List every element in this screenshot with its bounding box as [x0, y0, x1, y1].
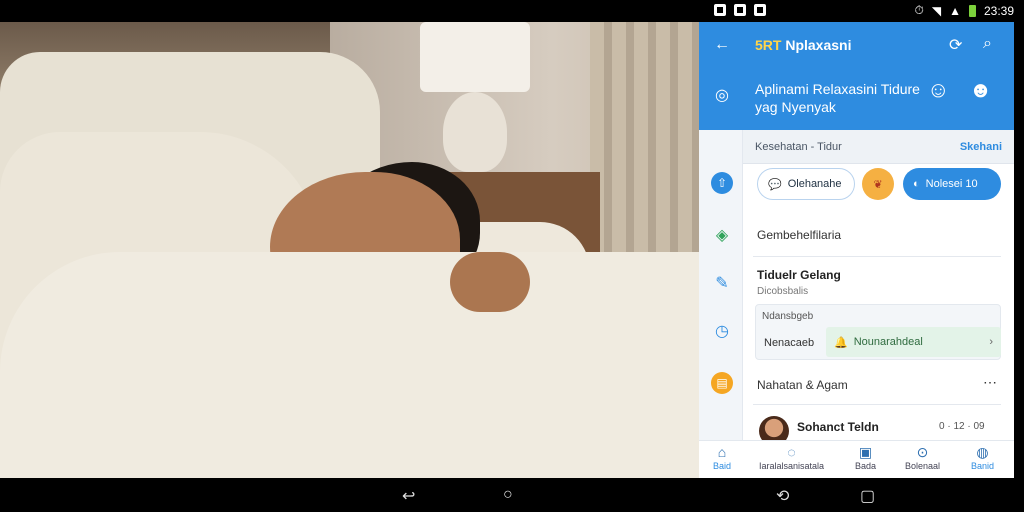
sleep-card: Ndansbgeb Nenacaeb 🔔 Nounarahdeal ›	[755, 304, 1001, 360]
side-rail: ← ◎ ⇧ ◈ ✎ ◷ ▤	[699, 22, 743, 478]
rotate-icon[interactable]: ⟲	[776, 486, 789, 506]
chart-icon[interactable]: ◷	[711, 320, 733, 342]
signal-icon: ▲	[949, 3, 961, 18]
home-icon: ⌂	[717, 444, 727, 460]
card-label: Ndansbgeb	[762, 311, 814, 322]
wifi-icon: ◥	[931, 3, 942, 18]
person-icon: ◍	[976, 444, 989, 460]
nav-item-profile[interactable]: ◍ Banid	[971, 443, 994, 471]
back-arrow-icon[interactable]: ←	[711, 34, 733, 56]
pen-icon[interactable]: ✎	[711, 272, 733, 294]
notification-icons	[714, 4, 766, 16]
chip-nolesei[interactable]: ◐ Nolesei 10	[903, 168, 1001, 200]
notification-icon	[714, 4, 726, 16]
nav-item-home[interactable]: ⌂ Baid	[713, 443, 731, 471]
app-title: 5RT Nplaxasni	[755, 37, 852, 53]
recents-icon[interactable]: ▢	[860, 486, 875, 506]
alarm-icon: ⏱	[914, 3, 924, 17]
chat-meta: 0 · 12 · 09	[939, 421, 985, 432]
sleeping-woman-photo	[0, 22, 700, 478]
category-link[interactable]: Skehani	[960, 141, 1002, 153]
battery-icon	[968, 4, 976, 17]
android-screen: ⏱ ◥ ▲ 23:39 ← ◎ ⇧ ◈ ✎ ◷ ▤ 5RT Nplaxasni …	[0, 0, 1024, 512]
refresh-icon[interactable]: ⟳	[949, 35, 962, 55]
notification-icon	[754, 4, 766, 16]
leaf-icon: ❦	[873, 178, 883, 191]
notification-icon	[734, 4, 746, 16]
nav-item-chat[interactable]: ◌ Iaralalsanisatala	[759, 443, 824, 471]
status-time: 23:39	[983, 3, 1014, 18]
app-header: 5RT Nplaxasni ⟳ ⌕ Aplinami Relaxasini Ti…	[743, 22, 1014, 130]
bottom-nav: ⌂ Baid ◌ Iaralalsanisatala ▣ Bada ⊙ Bolenaal…	[699, 440, 1014, 478]
status-bar: ⏱ ◥ ▲ 23:39	[0, 0, 1024, 22]
home-button-icon[interactable]: ○	[503, 486, 513, 504]
back-icon[interactable]: ↩	[402, 486, 415, 506]
globe-icon[interactable]: ◎	[711, 84, 733, 106]
chip-olehanahe[interactable]: 💬 Olehanahe	[757, 168, 855, 200]
section-heading-2: Tiduelr Gelang	[757, 268, 841, 282]
chevron-right-icon: ›	[989, 336, 993, 348]
chat-row[interactable]: Sohanct Teldn 0 · 12 · 09	[743, 412, 1014, 446]
section-heading-3: Nahatan & Agam	[757, 378, 848, 392]
section-heading-1[interactable]: Gembehelfilaria	[757, 228, 841, 242]
chat-bubble-icon: ◌	[787, 444, 796, 460]
chat-name: Sohanct Teldn	[797, 420, 879, 434]
search-icon: ⊙	[916, 444, 929, 460]
relaxation-app-panel: ← ◎ ⇧ ◈ ✎ ◷ ▤ 5RT Nplaxasni ⟳ ⌕ Aplinami…	[699, 22, 1014, 478]
moon-icon: ◐	[913, 178, 920, 190]
more-icon[interactable]: ⋯	[983, 374, 997, 391]
card-action-pill[interactable]: 🔔 Nounarahdeal ›	[826, 327, 1001, 357]
category-bar: Kesehatan - Tidur Skehani	[743, 130, 1014, 164]
leaf-chip[interactable]: ❦	[862, 168, 894, 200]
nav-item-search[interactable]: ⊙ Bolenaal	[905, 443, 940, 471]
chat-icon: 💬	[768, 178, 782, 191]
nav-item-media[interactable]: ▣ Bada	[855, 443, 876, 471]
shield-icon[interactable]: ◈	[711, 224, 733, 246]
system-nav-bar: ↩ ○ ⟲ ▢	[0, 478, 1024, 512]
moon-sticker-icon: ☺	[927, 77, 950, 102]
share-icon[interactable]: ⇧	[711, 172, 733, 194]
app-subtitle: Aplinami Relaxasini Tidure yag Nyenyak	[755, 81, 920, 115]
mascot-sticker-icon: ☻	[969, 77, 993, 102]
card-left-text: Nenacaeb	[764, 337, 815, 349]
section-subtitle-2: Dicobsbalis	[757, 286, 809, 297]
category-label: Kesehatan - Tidur	[755, 141, 842, 153]
search-icon[interactable]: ⌕	[983, 35, 992, 53]
book-icon[interactable]: ▤	[711, 372, 733, 394]
bell-icon: 🔔	[834, 336, 848, 349]
image-icon: ▣	[858, 444, 873, 460]
